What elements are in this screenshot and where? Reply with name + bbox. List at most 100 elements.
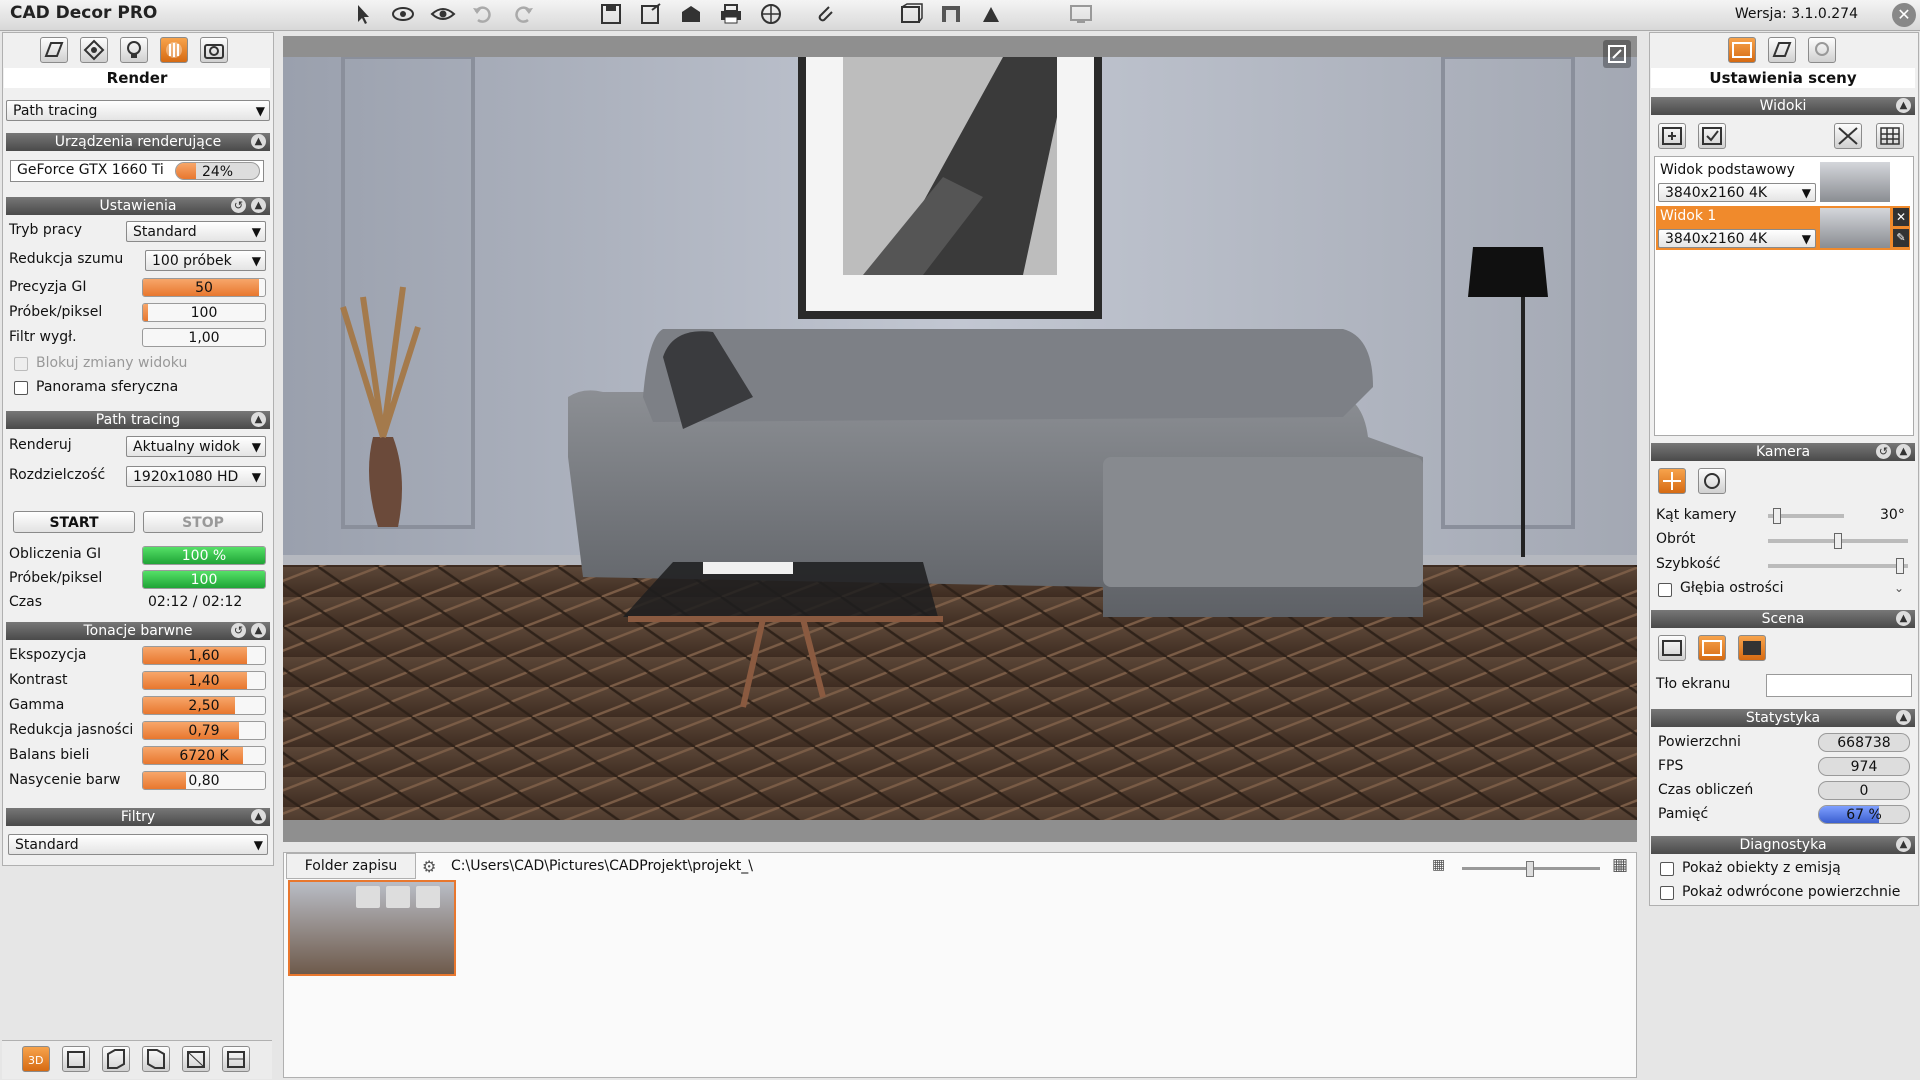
collapse-icon[interactable]: ▲ (1896, 444, 1911, 459)
thumb-size-handle[interactable] (1526, 861, 1534, 877)
save-icon[interactable] (598, 2, 626, 28)
camera-move-icon[interactable] (1658, 468, 1686, 494)
open-folder-icon[interactable] (386, 886, 410, 908)
delete-icon[interactable] (356, 886, 380, 908)
collapse-icon[interactable]: ▲ (1896, 837, 1911, 852)
stats-header[interactable]: Statystyka ▲ (1651, 709, 1915, 727)
denoise-select[interactable]: 100 próbek ▼ (145, 250, 266, 271)
render-target-select[interactable]: Aktualny widok ▼ (126, 436, 266, 457)
fullscreen-icon[interactable] (1603, 40, 1631, 68)
view-right-icon[interactable] (142, 1046, 170, 1072)
room-icon[interactable] (938, 2, 966, 28)
reset-icon[interactable]: ↺ (231, 198, 246, 213)
screen-bg-color[interactable] (1766, 674, 1912, 697)
filter-field[interactable]: 1,00 (142, 328, 266, 347)
scene-bg-icon[interactable] (1658, 635, 1686, 661)
collapse-icon[interactable]: ▲ (251, 412, 266, 427)
expand-icon[interactable]: ⌄ (1894, 581, 1904, 595)
collapse-icon[interactable]: ▲ (1896, 710, 1911, 725)
gi-precision-slider[interactable]: 50 (142, 278, 266, 297)
collapse-icon[interactable]: ▲ (251, 134, 266, 149)
tone-slider[interactable]: 0,80 (142, 771, 266, 790)
camera-rotate-icon[interactable] (1698, 468, 1726, 494)
gpu-device-row[interactable]: GeForce GTX 1660 Ti 24% (10, 160, 264, 182)
tab-model-icon[interactable] (40, 37, 68, 63)
tone-header[interactable]: Tonacje barwne ↺ ▲ (6, 622, 270, 640)
close-button[interactable]: ✕ (1892, 3, 1916, 27)
devices-header[interactable]: Urządzenia renderujące ▲ (6, 133, 270, 151)
box-view-icon[interactable] (898, 2, 926, 28)
settings-header[interactable]: Ustawienia ↺ ▲ (6, 197, 270, 215)
diag-header[interactable]: Diagnostyka ▲ (1651, 836, 1915, 854)
add-view-icon[interactable] (1658, 123, 1686, 149)
view-item[interactable]: Widok 1 3840x2160 4K ▼ ✕ ✎ (1656, 206, 1910, 250)
tone-slider[interactable]: 1,60 (142, 646, 266, 665)
view-back-icon[interactable] (182, 1046, 210, 1072)
emission-checkbox[interactable] (1660, 862, 1674, 876)
grid-view-icon[interactable] (1876, 123, 1904, 149)
open-image-icon[interactable] (416, 886, 440, 908)
dof-checkbox[interactable] (1658, 583, 1672, 597)
lock-view-checkbox[interactable] (14, 357, 28, 371)
tab-lights-icon[interactable] (1808, 37, 1836, 63)
scene-sky-icon[interactable] (1738, 635, 1766, 661)
eye-view-icon[interactable] (430, 2, 458, 28)
views-header[interactable]: Widoki ▲ (1651, 97, 1915, 115)
redo-icon[interactable] (510, 2, 538, 28)
edit-view-icon[interactable]: ✎ (1893, 229, 1909, 247)
spp-slider[interactable]: 100 (142, 303, 266, 322)
tone-slider[interactable]: 1,40 (142, 671, 266, 690)
view-top-icon[interactable] (222, 1046, 250, 1072)
attach-icon[interactable] (812, 2, 840, 28)
tab-render-icon[interactable] (160, 37, 188, 63)
tone-slider[interactable]: 6720 K (142, 746, 266, 765)
orbit-icon[interactable] (390, 2, 418, 28)
start-button[interactable]: START (13, 511, 135, 533)
web-icon[interactable] (758, 2, 786, 28)
camera-header[interactable]: Kamera ↺ ▲ (1651, 443, 1915, 461)
tone-slider[interactable]: 0,79 (142, 721, 266, 740)
tab-objects-icon[interactable] (1768, 37, 1796, 63)
inverted-faces-checkbox[interactable] (1660, 886, 1674, 900)
export-icon[interactable] (678, 2, 706, 28)
thumbnail[interactable] (288, 880, 456, 976)
save-as-icon[interactable] (638, 2, 666, 28)
collapse-icon[interactable]: ▲ (1896, 611, 1911, 626)
pathtracing-header[interactable]: Path tracing ▲ (6, 411, 270, 429)
display-icon[interactable] (1068, 2, 1096, 28)
view-front-icon[interactable] (62, 1046, 90, 1072)
folder-tab[interactable]: Folder zapisu (286, 853, 416, 879)
print-icon[interactable] (718, 2, 746, 28)
collapse-icon[interactable]: ▲ (251, 623, 266, 638)
collapse-icon[interactable]: ▲ (1896, 98, 1911, 113)
small-grid-icon[interactable]: ▦ (1432, 857, 1445, 873)
tone-slider[interactable]: 2,50 (142, 696, 266, 715)
tab-material-icon[interactable] (80, 37, 108, 63)
view-resolution-select[interactable]: 3840x2160 4K ▼ (1658, 183, 1816, 202)
delete-view-icon[interactable]: ✕ (1893, 208, 1909, 226)
render-mode-select[interactable]: Path tracing ▼ (6, 100, 270, 121)
panorama-checkbox[interactable] (14, 381, 28, 395)
scene-env-icon[interactable] (1698, 635, 1726, 661)
scene-header[interactable]: Scena ▲ (1651, 610, 1915, 628)
work-mode-select[interactable]: Standard ▼ (126, 221, 266, 242)
collapse-icon[interactable]: ▲ (251, 198, 266, 213)
filters-select[interactable]: Standard ▼ (8, 834, 268, 855)
undo-icon[interactable] (470, 2, 498, 28)
view-resolution-select[interactable]: 3840x2160 4K ▼ (1658, 229, 1816, 248)
resolution-select[interactable]: 1920x1080 HD ▼ (126, 466, 266, 487)
stop-button[interactable]: STOP (143, 511, 263, 533)
view-left-icon[interactable] (102, 1046, 130, 1072)
speed-slider[interactable] (1768, 558, 1908, 574)
scene-light-icon[interactable] (978, 2, 1006, 28)
settings-gear-icon[interactable]: ⚙ (422, 857, 436, 876)
view-3d-icon[interactable]: 3D (22, 1046, 50, 1072)
tab-camera-icon[interactable] (200, 37, 228, 63)
filters-header[interactable]: Filtry ▲ (6, 808, 270, 826)
view-item[interactable]: Widok podstawowy 3840x2160 4K ▼ (1656, 160, 1910, 204)
fit-view-icon[interactable] (1834, 123, 1862, 149)
collapse-icon[interactable]: ▲ (251, 809, 266, 824)
reset-icon[interactable]: ↺ (1876, 444, 1891, 459)
update-view-icon[interactable] (1698, 123, 1726, 149)
large-grid-icon[interactable]: ▦ (1612, 855, 1628, 875)
